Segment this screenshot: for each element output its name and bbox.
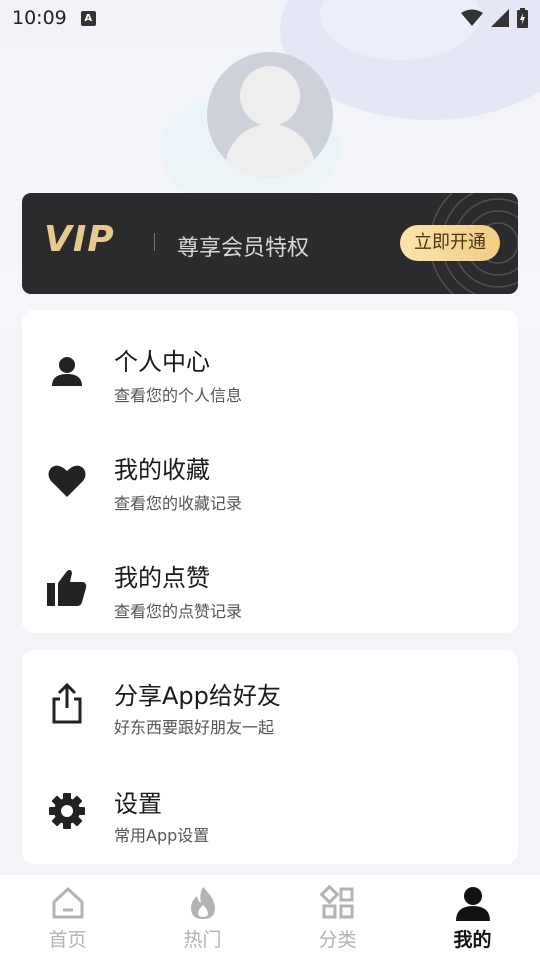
menu-item-share[interactable]: 分享App给好友 好东西要跟好朋友一起 [22,658,518,758]
tab-mine[interactable]: 我的 [405,875,540,960]
menu-item-settings[interactable]: 设置 常用App设置 [22,766,518,866]
menu-card-app: 分享App给好友 好东西要跟好朋友一起 设置 常用App设置 [22,650,518,864]
menu-title: 个人中心 [114,348,210,376]
menu-item-personal-center[interactable]: 个人中心 查看您的个人信息 [22,320,518,420]
vip-divider [154,233,155,251]
status-time: 10:09 [12,7,67,29]
thumbs-up-icon [46,566,88,608]
menu-title: 分享App给好友 [114,682,281,710]
wifi-icon [461,9,483,26]
menu-title: 我的点赞 [114,564,210,592]
menu-subtitle: 常用App设置 [114,826,210,845]
menu-subtitle: 查看您的收藏记录 [114,494,243,513]
tab-label: 分类 [318,929,357,951]
vip-banner[interactable]: VIP 尊享会员特权 立即开通 [22,193,518,294]
vip-open-button[interactable]: 立即开通 [400,225,500,261]
bottom-tab-bar: 首页 热门 分类 我的 [0,875,540,960]
menu-subtitle: 好东西要跟好朋友一起 [114,718,275,737]
flame-icon [190,887,215,919]
menu-card-personal: 个人中心 查看您的个人信息 我的收藏 查看您的收藏记录 我的点赞 查看您的点赞记… [22,310,518,633]
battery-icon [517,8,528,28]
menu-subtitle: 查看您的个人信息 [114,386,243,405]
tab-label: 热门 [183,929,222,951]
share-icon [46,682,88,724]
profile-icon [455,887,490,921]
menu-item-likes[interactable]: 我的点赞 查看您的点赞记录 [22,536,518,636]
menu-title: 设置 [114,790,162,818]
status-bar: 10:09 A [0,0,540,36]
notification-icon: A [80,10,96,26]
tab-label: 我的 [453,929,492,951]
person-icon [46,350,88,392]
menu-title: 我的收藏 [114,456,210,484]
category-icon [319,885,353,919]
tab-category[interactable]: 分类 [270,875,405,960]
signal-icon [491,9,509,27]
avatar[interactable] [207,52,333,178]
tab-label: 首页 [48,929,87,951]
vip-title: 尊享会员特权 [177,236,310,261]
tab-hot[interactable]: 热门 [135,875,270,960]
menu-item-favorites[interactable]: 我的收藏 查看您的收藏记录 [22,428,518,528]
heart-icon [46,460,88,502]
vip-logo: VIP [44,219,115,260]
home-icon [52,887,83,919]
tab-home[interactable]: 首页 [0,875,135,960]
menu-subtitle: 查看您的点赞记录 [114,602,243,621]
gear-icon [46,790,88,832]
